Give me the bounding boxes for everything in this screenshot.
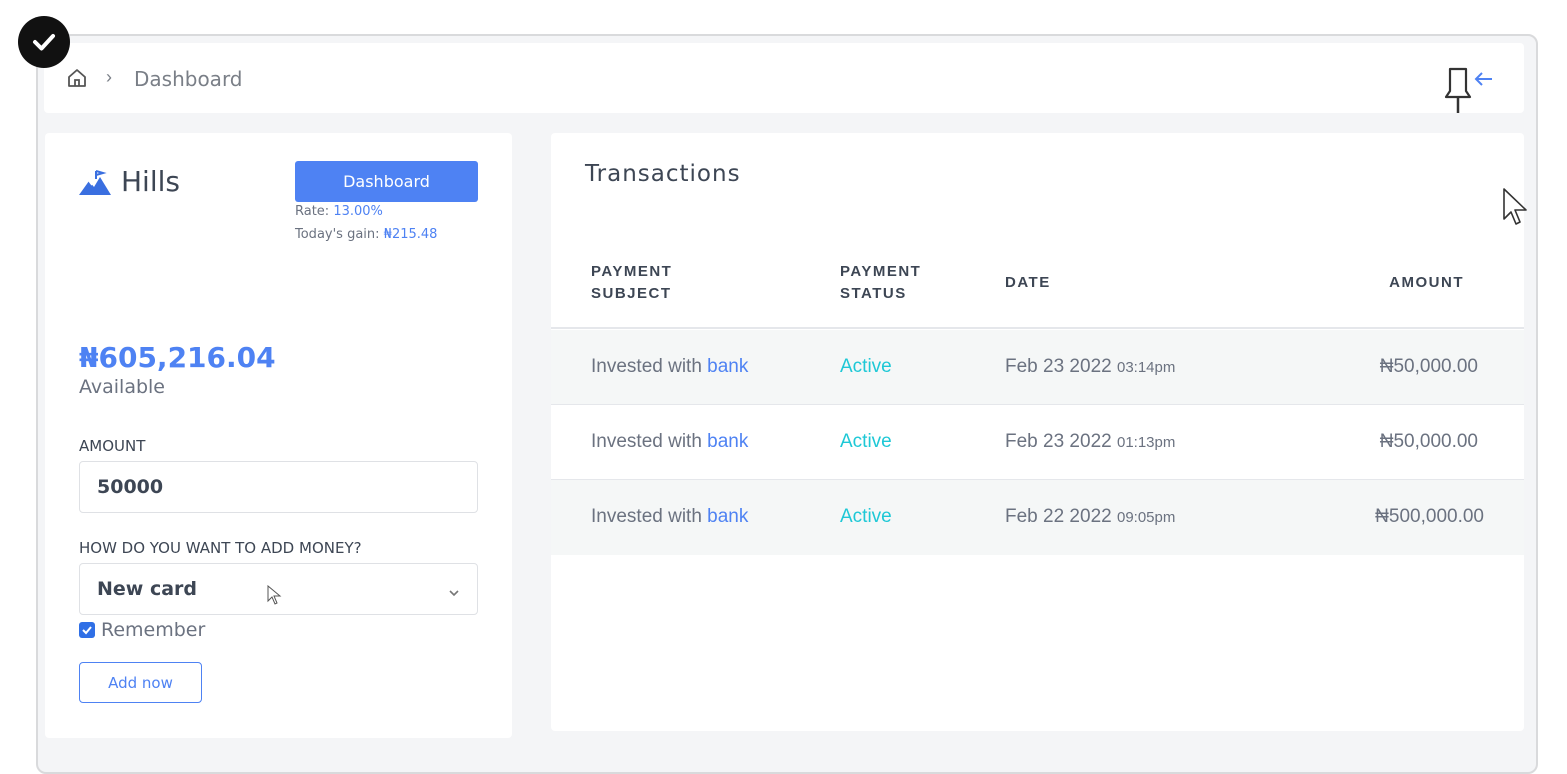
subject-link[interactable]: bank [707, 506, 748, 527]
cell-date: Feb 22 2022 09:05pm [1005, 506, 1175, 528]
pin-icon[interactable] [1444, 65, 1496, 121]
column-header-date: DATE [1005, 274, 1051, 291]
mouse-cursor-icon [267, 584, 283, 607]
table-row[interactable]: Invested with bank Active Feb 23 2022 01… [551, 405, 1524, 480]
balance-amount: ₦605,216.04 [79, 341, 276, 374]
table-row[interactable]: Invested with bank Active Feb 23 2022 03… [551, 330, 1524, 405]
balance-label: Available [79, 376, 166, 398]
table-header: PAYMENT SUBJECT PAYMENT STATUS DATE AMOU… [551, 243, 1524, 329]
subject-prefix: Invested with [591, 431, 708, 452]
subject-link[interactable]: bank [707, 356, 748, 377]
payment-method-value: New card [97, 578, 198, 600]
dashboard-button[interactable]: Dashboard [295, 161, 478, 202]
mountain-logo-icon [79, 169, 111, 197]
transactions-card: Transactions PAYMENT SUBJECT PAYMENT STA… [551, 133, 1524, 731]
rate-label: Rate: [295, 204, 334, 219]
window-bottom-edge [38, 740, 1536, 753]
table-row[interactable]: Invested with bank Active Feb 22 2022 09… [551, 480, 1524, 555]
date-value: Feb 22 2022 [1005, 506, 1112, 527]
cell-amount: ₦500,000.00 [1375, 506, 1484, 527]
amount-label: AMOUNT [79, 437, 146, 455]
subject-prefix: Invested with [591, 356, 708, 377]
date-value: Feb 23 2022 [1005, 356, 1112, 377]
column-header-status: PAYMENT STATUS [840, 263, 922, 302]
remember-label: Remember [101, 619, 206, 641]
date-value: Feb 23 2022 [1005, 431, 1112, 452]
wallet-card: Hills Dashboard Rate: 13.00% Today's gai… [45, 133, 512, 738]
time-value: 03:14pm [1116, 359, 1176, 376]
breadcrumb-current: Dashboard [134, 67, 243, 91]
brand-name: Hills [121, 165, 180, 198]
cell-status: Active [840, 356, 892, 377]
column-header-amount: AMOUNT [1389, 274, 1464, 291]
cell-status: Active [840, 431, 892, 452]
checkbox-checked-icon[interactable] [79, 622, 95, 638]
column-header-subject: PAYMENT SUBJECT [591, 263, 673, 302]
cell-subject: Invested with bank [591, 431, 748, 453]
subject-prefix: Invested with [591, 506, 708, 527]
breadcrumb-separator: › [106, 67, 112, 87]
chevron-down-icon [447, 583, 461, 597]
check-badge-icon [18, 16, 70, 68]
gain-label: Today's gain: [295, 227, 384, 242]
rate-line: Rate: 13.00% [295, 204, 383, 219]
subject-link[interactable]: bank [707, 431, 748, 452]
amount-input[interactable]: 50000 [79, 461, 478, 513]
time-value: 09:05pm [1116, 509, 1176, 526]
gain-line: Today's gain: ₦215.48 [295, 227, 437, 242]
time-value: 01:13pm [1116, 434, 1176, 451]
payment-method-label: HOW DO YOU WANT TO ADD MONEY? [79, 539, 362, 557]
remember-row[interactable]: Remember [79, 619, 205, 641]
cell-date: Feb 23 2022 03:14pm [1005, 356, 1175, 378]
cell-amount: ₦50,000.00 [1379, 356, 1478, 377]
cell-status: Active [840, 506, 892, 527]
cell-amount: ₦50,000.00 [1379, 431, 1478, 452]
mouse-cursor-icon [1502, 187, 1530, 229]
gain-value: ₦215.48 [383, 227, 438, 242]
home-icon[interactable] [66, 67, 88, 89]
top-bar: › Dashboard [44, 43, 1524, 113]
rate-value: 13.00% [333, 204, 383, 219]
cell-subject: Invested with bank [591, 506, 748, 528]
transactions-title: Transactions [585, 161, 741, 187]
cell-subject: Invested with bank [591, 356, 748, 378]
add-now-button[interactable]: Add now [79, 662, 202, 703]
cell-date: Feb 23 2022 01:13pm [1005, 431, 1175, 453]
